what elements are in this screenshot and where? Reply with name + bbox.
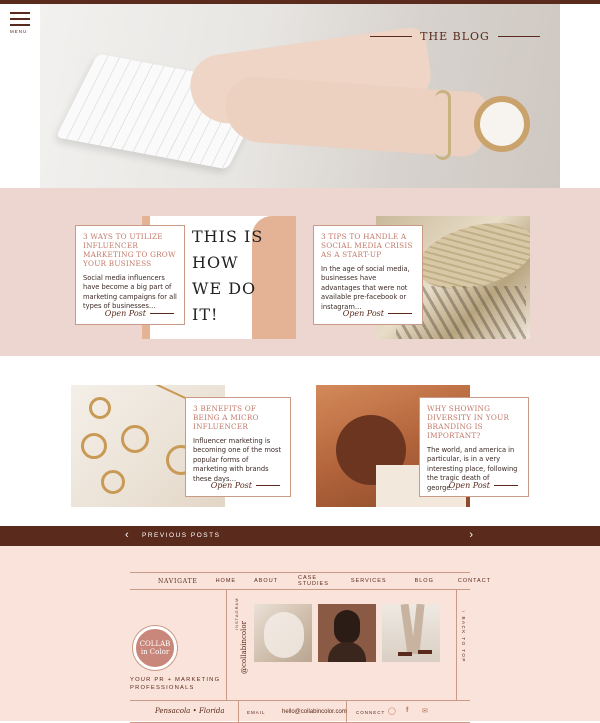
- shirt-text: THIS IS HOW WE DO IT!: [192, 227, 264, 324]
- open-post-link[interactable]: Open Post: [105, 309, 174, 318]
- navigate-label: NAVIGATE: [158, 577, 198, 585]
- nav-case-studies[interactable]: CASE STUDIES: [298, 575, 329, 587]
- nav-home[interactable]: HOME: [216, 578, 237, 584]
- instagram-handle[interactable]: @collabincolor: [240, 621, 248, 674]
- back-to-top-link[interactable]: ↑ BACK TO TOP: [461, 610, 466, 663]
- instagram-post[interactable]: [254, 604, 312, 662]
- hamburger-icon: [10, 12, 30, 14]
- chevron-right-icon[interactable]: ›: [469, 529, 473, 541]
- tagline: YOUR PR + MARKETING PROFESSIONALS: [130, 677, 221, 691]
- open-post-link[interactable]: Open Post: [343, 309, 412, 318]
- chevron-left-icon[interactable]: ‹: [125, 529, 129, 541]
- hero-image: THE BLOG: [40, 4, 560, 188]
- footer: NAVIGATE HOME ABOUT CASE STUDIES SERVICE…: [0, 546, 600, 723]
- open-post-link[interactable]: Open Post: [211, 481, 280, 490]
- nav-about[interactable]: ABOUT: [254, 578, 278, 584]
- post-title[interactable]: 3 Ways to Utilize Influencer Marketing t…: [83, 232, 177, 268]
- connect-label: CONNECT: [356, 710, 386, 715]
- post-title[interactable]: 3 Tips to Handle a Social Media Crisis a…: [321, 232, 415, 259]
- instagram-icon[interactable]: ◯: [388, 707, 396, 715]
- instagram-post[interactable]: [318, 604, 376, 662]
- nav-blog[interactable]: BLOG: [415, 578, 434, 584]
- open-post-link[interactable]: Open Post: [449, 481, 518, 490]
- footer-nav: NAVIGATE HOME ABOUT CASE STUDIES SERVICE…: [130, 572, 490, 590]
- post-excerpt: Influencer marketing is becoming one of …: [193, 437, 282, 483]
- menu-label: MENU: [10, 29, 28, 34]
- post-excerpt: In the age of social media, businesses h…: [321, 265, 410, 311]
- post-title[interactable]: 3 Benefits of Being a Micro Influencer: [193, 404, 283, 431]
- email-icon[interactable]: ✉: [422, 707, 428, 715]
- page-title: THE BLOG: [370, 28, 540, 44]
- instagram-post[interactable]: [382, 604, 440, 662]
- pagination-bar: ‹ PREVIOUS POSTS ›: [0, 526, 600, 546]
- email-label: EMAIL: [247, 710, 266, 715]
- logo[interactable]: COLLAB in Color: [133, 626, 177, 670]
- facebook-icon[interactable]: f: [406, 707, 408, 714]
- menu-button[interactable]: MENU: [10, 12, 32, 34]
- nav-contact[interactable]: CONTACT: [458, 578, 491, 584]
- previous-posts-link[interactable]: PREVIOUS POSTS: [142, 532, 220, 539]
- post-title[interactable]: Why Showing Diversity in Your Branding i…: [427, 404, 521, 440]
- post-excerpt: Social media influencers have become a b…: [83, 274, 177, 311]
- instagram-label: INSTAGRAM: [234, 597, 239, 630]
- signature: Pensacola • Florida: [155, 707, 225, 715]
- email-link[interactable]: hello@collabincolor.com: [282, 709, 347, 715]
- nav-services[interactable]: SERVICES: [351, 578, 387, 584]
- watch-image: [474, 96, 530, 152]
